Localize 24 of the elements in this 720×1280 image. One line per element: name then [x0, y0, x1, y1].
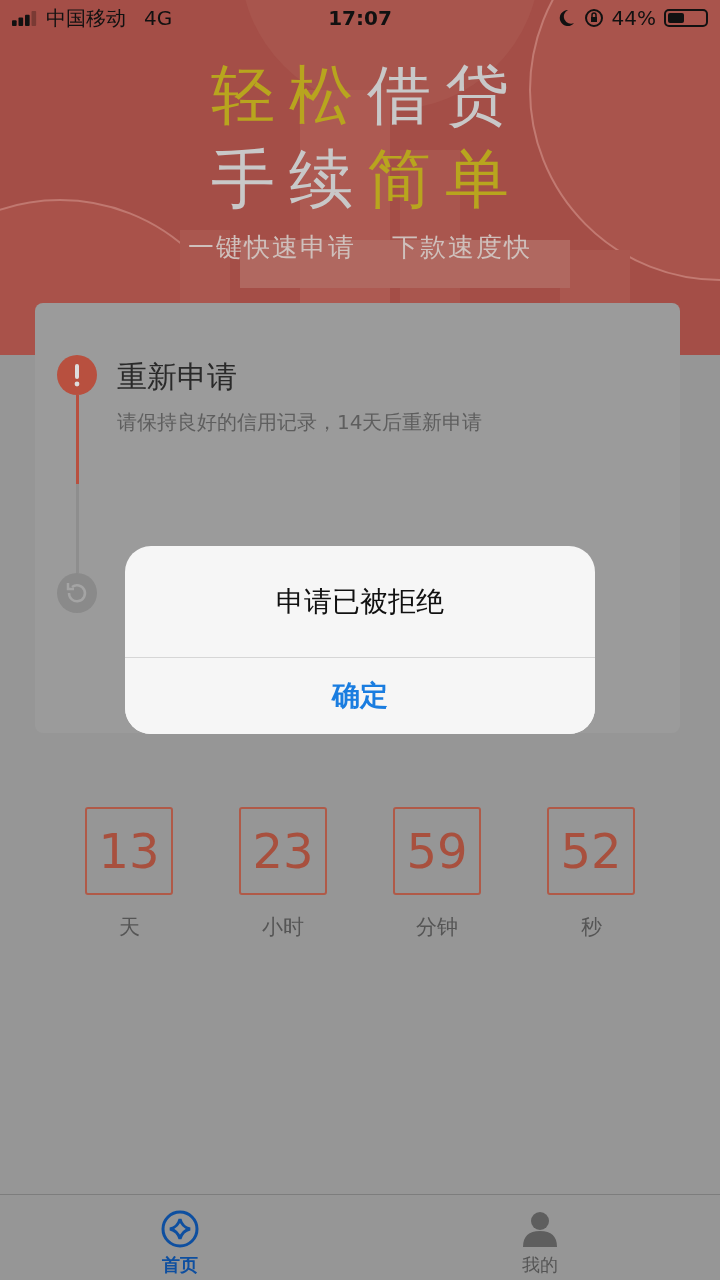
countdown-value: 52 — [547, 807, 635, 895]
countdown-value: 23 — [239, 807, 327, 895]
headline: 轻松 借贷 — [210, 57, 523, 134]
countdown-unit: 分钟 — [416, 914, 458, 941]
signal-icon — [12, 10, 38, 26]
countdown-value: 59 — [393, 807, 481, 895]
tab[interactable]: 我的 — [480, 1195, 600, 1280]
rotation-lock-icon — [583, 8, 604, 28]
slogan: 一键快速申请 — [188, 231, 356, 264]
slogan: 下款速度快 — [392, 231, 532, 264]
headline: 手续 简单 — [210, 141, 523, 218]
countdown-unit: 秒 — [580, 914, 602, 941]
battery-percent: 44% — [611, 6, 656, 30]
countdown-value: 13 — [85, 807, 173, 895]
step-title: 重新申请 — [117, 358, 238, 396]
countdown-unit: 小时 — [262, 914, 304, 941]
countdown-unit: 天 — [118, 914, 140, 941]
battery-icon — [664, 9, 708, 27]
carrier-name: 中国移动 — [46, 4, 126, 32]
network-type: 4G — [144, 6, 173, 30]
clock: 17:07 — [328, 6, 392, 30]
tab[interactable]: 首页 — [120, 1195, 240, 1280]
person-icon — [520, 1209, 560, 1249]
step-description: 请保持良好的信用记录，14天后重新申请 — [117, 409, 483, 436]
